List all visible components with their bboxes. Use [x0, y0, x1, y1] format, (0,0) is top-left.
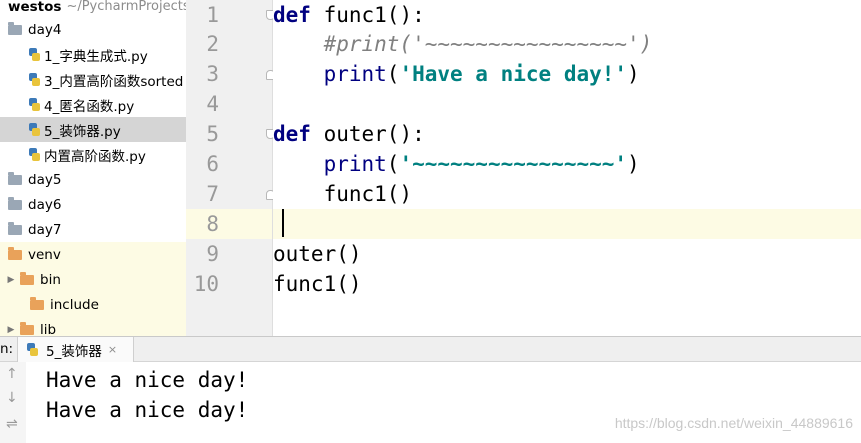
code-line: def func1(): — [273, 3, 425, 27]
project-tree: westos ~/PycharmProjects day4 1_字典生成式.py… — [0, 0, 186, 336]
tree-folder-day4[interactable]: day4 — [0, 17, 186, 42]
folder-icon — [8, 221, 22, 235]
chevron-right-icon[interactable]: ▶ — [6, 325, 16, 335]
project-name: westos — [8, 0, 62, 15]
folder-icon — [8, 246, 22, 260]
code-line: def outer(): — [273, 122, 425, 146]
tree-folder-venv[interactable]: venv — [0, 242, 186, 267]
folder-icon — [8, 196, 22, 210]
folder-icon — [8, 21, 22, 35]
code-line: outer() — [273, 242, 362, 266]
tree-folder-day5[interactable]: day5 — [0, 167, 186, 192]
chevron-right-icon[interactable]: ▶ — [6, 275, 16, 285]
tree-folder-label: day7 — [28, 221, 62, 238]
close-icon[interactable]: × — [108, 343, 117, 356]
arrow-down-icon[interactable]: ↓ — [6, 390, 18, 406]
code-line: print('Have a nice day!') — [323, 62, 640, 86]
tree-folder-bin[interactable]: ▶ bin — [0, 267, 186, 292]
python-file-icon — [29, 98, 40, 111]
line-number: 8 — [206, 212, 219, 236]
code-line: print('~~~~~~~~~~~~~~~~') — [323, 152, 640, 176]
tree-folder-day6[interactable]: day6 — [0, 192, 186, 217]
python-file-icon — [29, 48, 40, 61]
console-output-line: Have a nice day! — [46, 398, 249, 422]
tree-file[interactable]: 3_内置高阶函数sorted — [0, 67, 186, 92]
run-toolbar: ↑ ↓ ⇌ — [0, 362, 27, 443]
tree-folder-label: day4 — [28, 21, 62, 38]
tree-folder-day7[interactable]: day7 — [0, 217, 186, 242]
tree-folder-label: include — [50, 296, 99, 313]
python-file-icon — [27, 343, 38, 356]
tree-folder-label: bin — [40, 271, 61, 288]
folder-icon — [30, 296, 44, 310]
tree-file-selected[interactable]: 5_装饰器.py — [0, 117, 186, 142]
text-cursor — [282, 209, 284, 237]
code-line: #print('~~~~~~~~~~~~~~~~') — [323, 32, 653, 56]
project-path: ~/PycharmProjects — [66, 0, 186, 14]
watermark: https://blog.csdn.net/weixin_44889616 — [614, 415, 853, 431]
tree-file[interactable]: 内置高阶函数.py — [0, 142, 186, 167]
tree-file[interactable]: 4_匿名函数.py — [0, 92, 186, 117]
python-file-icon — [29, 148, 40, 161]
editor-gutter: 1 2 3 4 5 6 7 8 9 10 — [186, 0, 299, 336]
line-number: 10 — [193, 272, 219, 296]
tree-file-label: 4_匿名函数.py — [44, 98, 135, 115]
run-panel-header: n: 5_装饰器 × — [0, 336, 861, 362]
tree-folder-lib[interactable]: ▶ lib — [0, 317, 186, 336]
arrow-up-icon[interactable]: ↑ — [6, 366, 18, 382]
line-number: 5 — [186, 119, 275, 149]
run-tab-label: 5_装饰器 — [46, 343, 102, 360]
tree-file-label: 3_内置高阶函数sorted — [44, 73, 184, 90]
tree-folder-label: venv — [28, 246, 61, 263]
folder-icon — [20, 321, 34, 335]
tree-folder-include[interactable]: include — [0, 292, 186, 317]
line-number: 3 — [186, 59, 275, 89]
run-tab[interactable]: 5_装饰器 × — [17, 337, 134, 362]
tree-file-label: 5_装饰器.py — [44, 123, 121, 140]
tree-file-label: 1_字典生成式.py — [44, 48, 148, 65]
tree-file-label: 内置高阶函数.py — [44, 148, 146, 165]
code-line-current — [273, 209, 861, 239]
code-editor[interactable]: def func1(): #print('~~~~~~~~~~~~~~~~') … — [273, 0, 861, 336]
folder-icon — [20, 271, 34, 285]
line-number: 7 — [186, 179, 275, 209]
folder-icon — [8, 171, 22, 185]
code-line: func1() — [273, 272, 362, 296]
tree-folder-label: lib — [40, 321, 57, 337]
line-number: 9 — [206, 242, 219, 266]
tree-folder-label: day6 — [28, 196, 62, 213]
run-panel-prefix: n: — [0, 341, 14, 357]
line-number: 4 — [206, 92, 219, 116]
python-file-icon — [29, 73, 40, 86]
code-line: func1() — [323, 182, 413, 206]
python-file-icon — [29, 123, 40, 136]
tree-file[interactable]: 1_字典生成式.py — [0, 42, 186, 67]
line-number: 2 — [206, 32, 219, 56]
console-output-line: Have a nice day! — [46, 368, 249, 392]
tree-folder-label: day5 — [28, 171, 62, 188]
soft-wrap-icon[interactable]: ⇌ — [6, 416, 18, 432]
line-number: 6 — [206, 152, 219, 176]
line-number: 1 — [186, 0, 275, 30]
